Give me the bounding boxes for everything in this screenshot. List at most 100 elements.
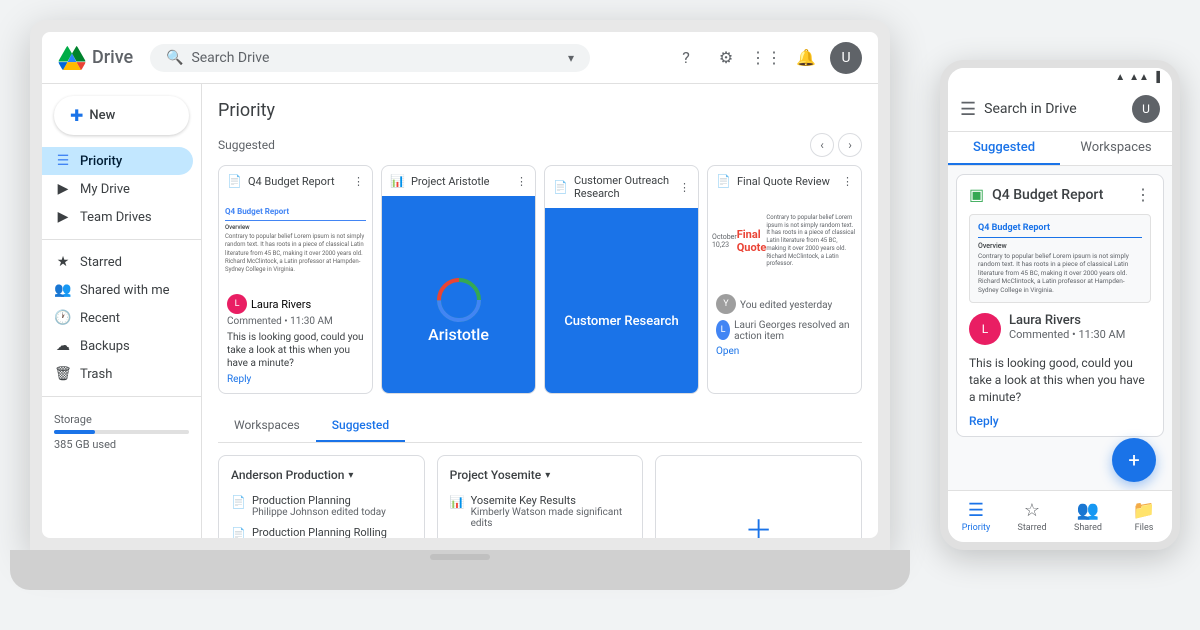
- notifications-button[interactable]: 🔔: [790, 42, 822, 74]
- suggested-header: Suggested ‹ ›: [218, 133, 862, 157]
- tab-suggested[interactable]: Suggested: [316, 410, 405, 442]
- phone-nav-priority-icon: ☰: [968, 500, 984, 521]
- card-q4-comment: This is looking good, could you take a l…: [227, 331, 364, 370]
- sidebar-item-my-drive[interactable]: ▶ My Drive: [42, 175, 193, 203]
- sidebar-item-shared[interactable]: 👥 Shared with me: [42, 276, 193, 304]
- trash-icon: 🗑: [54, 366, 72, 382]
- phone-tab-workspaces[interactable]: Workspaces: [1060, 132, 1172, 165]
- workspace-create[interactable]: ＋ Create new workspace: [655, 455, 862, 538]
- priority-label: Priority: [80, 154, 122, 169]
- card-q4-time: Commented • 11:30 AM: [227, 316, 364, 327]
- phone-fab[interactable]: +: [1112, 438, 1156, 482]
- workspace-yosemite-item-2[interactable]: 📊 Team Allocation and Resourcing Q3: [450, 533, 631, 538]
- create-workspace-content[interactable]: ＋ Create new workspace: [668, 468, 849, 538]
- phone-search-input[interactable]: Search in Drive: [984, 101, 1124, 117]
- workspace-yosemite: Project Yosemite ▾ 📊 Yosemite Key Result…: [437, 455, 644, 538]
- laptop-base: [10, 550, 910, 590]
- drive-logo-icon: [58, 46, 86, 70]
- phone-card-menu[interactable]: ⋮: [1135, 185, 1151, 204]
- laptop: Drive 🔍 Search Drive ▾ ? ⚙ ⋮⋮ 🔔 U: [30, 20, 890, 590]
- new-button[interactable]: ✚ New: [54, 96, 189, 135]
- sidebar-item-trash[interactable]: 🗑 Trash: [42, 360, 193, 388]
- nav-divider-1: [42, 239, 201, 240]
- settings-button[interactable]: ⚙: [710, 42, 742, 74]
- workspace-item-2[interactable]: 📄 Production Planning Rolling Notes: [231, 522, 412, 538]
- ws-doc-icon-1: 📄: [231, 495, 246, 509]
- workspace-anderson-title: Anderson Production ▾: [231, 468, 412, 482]
- card-q4-info: L Laura Rivers Commented • 11:30 AM This…: [219, 286, 372, 393]
- lauri-avatar: L: [716, 320, 730, 340]
- phone-laura-avatar: L: [969, 313, 1001, 345]
- phone-card-budget: ▣ Q4 Budget Report ⋮ Q4 Budget Report Ov…: [956, 174, 1164, 437]
- card-quote: 📄 Final Quote Review ⋮ October 10,23 Fin…: [707, 165, 862, 394]
- card-quote-menu[interactable]: ⋮: [842, 175, 853, 188]
- sidebar-item-priority[interactable]: ☰ Priority: [42, 147, 193, 175]
- phone-user-name: Laura Rivers: [1009, 313, 1151, 328]
- next-arrow[interactable]: ›: [838, 133, 862, 157]
- laura-avatar: L: [227, 294, 247, 314]
- storage-bar: [54, 430, 189, 434]
- card-customer-menu[interactable]: ⋮: [679, 181, 690, 194]
- search-icon: 🔍: [166, 50, 183, 66]
- star-icon: ★: [54, 254, 72, 270]
- phone-comment: This is looking good, could you take a l…: [957, 355, 1163, 405]
- user-avatar[interactable]: U: [830, 42, 862, 74]
- workspaces-grid: Anderson Production ▾ 📄 Production Plann…: [218, 455, 862, 538]
- suggested-label: Suggested: [218, 138, 275, 152]
- phone-search-bar: ☰ Search in Drive U: [948, 87, 1172, 132]
- sidebar-item-starred[interactable]: ★ Starred: [42, 248, 193, 276]
- wifi-icon: ▲: [1115, 72, 1125, 83]
- help-button[interactable]: ?: [670, 42, 702, 74]
- prev-arrow[interactable]: ‹: [810, 133, 834, 157]
- workspace-anderson-arrow: ▾: [348, 470, 353, 481]
- phone-nav-files[interactable]: 📁 Files: [1116, 500, 1172, 533]
- phone-preview-overview-label: Overview: [978, 242, 1142, 250]
- card-q4-header: 📄 Q4 Budget Report ⋮: [219, 166, 372, 196]
- you-avatar: Y: [716, 294, 736, 314]
- card-q4-reply[interactable]: Reply: [227, 374, 364, 385]
- sidebar-item-recent[interactable]: 🕐 Recent: [42, 304, 193, 332]
- card-q4-menu[interactable]: ⋮: [353, 175, 364, 188]
- aristotle-label: Aristotle: [428, 325, 489, 344]
- card-q4-preview: Q4 Budget Report Overview Contrary to po…: [219, 196, 372, 286]
- phone-card-user-row: L Laura Rivers Commented • 11:30 AM: [957, 303, 1163, 355]
- phone-nav-priority[interactable]: ☰ Priority: [948, 500, 1004, 533]
- recent-label: Recent: [80, 311, 120, 326]
- card-quote-user: Y You edited yesterday: [716, 294, 853, 314]
- drive-logo: Drive: [58, 46, 138, 70]
- workspace-item-1[interactable]: 📄 Production Planning Philippe Johnson e…: [231, 490, 412, 522]
- ws-item-2-title: Production Planning Rolling Notes: [252, 526, 412, 538]
- phone-nav-shared[interactable]: 👥 Shared: [1060, 500, 1116, 533]
- card-quote-preview: October 10,23 Final Quote Contrary to po…: [708, 196, 861, 286]
- phone-nav-shared-label: Shared: [1074, 523, 1102, 533]
- card-aristotle-title: Project Aristotle: [411, 175, 490, 188]
- sidebar-item-backups[interactable]: ☁ Backups: [42, 332, 193, 360]
- slide-icon: 📊: [390, 174, 405, 188]
- drive-header: Drive 🔍 Search Drive ▾ ? ⚙ ⋮⋮ 🔔 U: [42, 32, 878, 84]
- phone-reply-button[interactable]: Reply: [957, 406, 1163, 436]
- logo-text: Drive: [92, 47, 133, 68]
- search-bar[interactable]: 🔍 Search Drive ▾: [150, 44, 590, 72]
- workspace-yosemite-item-1[interactable]: 📊 Yosemite Key Results Kimberly Watson m…: [450, 490, 631, 533]
- phone-card-preview: Q4 Budget Report Overview Contrary to po…: [969, 214, 1151, 303]
- phone-menu-icon[interactable]: ☰: [960, 99, 976, 120]
- tab-workspaces[interactable]: Workspaces: [218, 410, 316, 442]
- sidebar-item-team-drives[interactable]: ▶ Team Drives: [42, 203, 193, 231]
- cards-row: 📄 Q4 Budget Report ⋮ Q4 Budget Report: [218, 165, 862, 394]
- card-quote-action[interactable]: Open: [716, 346, 853, 357]
- ws-yos-item-2-title: Team Allocation and Resourcing Q3: [471, 537, 631, 538]
- phone-nav-starred[interactable]: ☆ Starred: [1004, 500, 1060, 533]
- phone-status-bar: ▲ ▲▲ ▐: [948, 68, 1172, 87]
- phone-doc-icon: ▣: [969, 185, 984, 204]
- card-customer-header: 📄 Customer Outreach Research ⋮: [545, 166, 698, 208]
- phone-tab-suggested[interactable]: Suggested: [948, 132, 1060, 165]
- card-customer-preview: Customer Research: [545, 208, 698, 394]
- card-aristotle-menu[interactable]: ⋮: [516, 175, 527, 188]
- phone-nav-files-label: Files: [1135, 523, 1154, 533]
- doc-blue-icon: 📄: [716, 174, 731, 188]
- battery-icon: ▐: [1153, 72, 1160, 83]
- storage-section: Storage 385 GB used: [42, 405, 201, 459]
- phone-user-avatar[interactable]: U: [1132, 95, 1160, 123]
- card-aristotle-preview: Aristotle: [382, 196, 535, 394]
- apps-button[interactable]: ⋮⋮: [750, 42, 782, 74]
